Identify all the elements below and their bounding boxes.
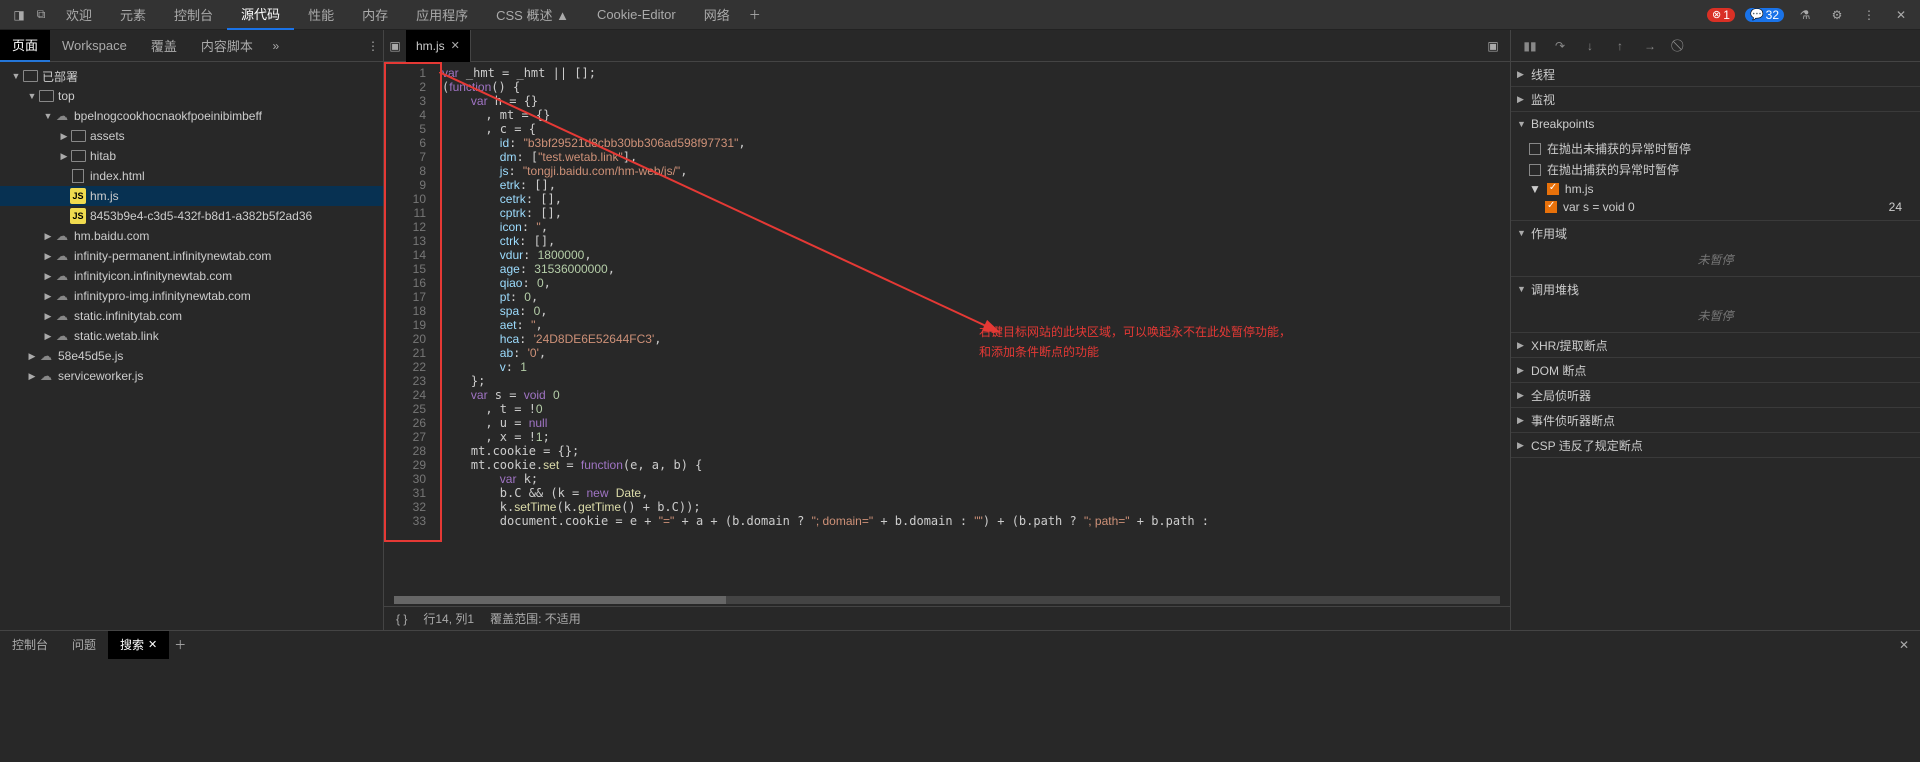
tree-item[interactable]: ▼bpelnogcookhocnaokfpoeinibimbeff: [0, 106, 383, 126]
sidebar-tab-overrides[interactable]: 覆盖: [139, 30, 189, 62]
settings-icon[interactable]: ⚙: [1826, 4, 1848, 26]
tab-sources[interactable]: 源代码: [227, 0, 294, 30]
console-drawer-body[interactable]: [0, 658, 1920, 758]
editor-body[interactable]: 1234567891011121314151617181920212223242…: [384, 62, 1510, 594]
tree-item[interactable]: ▼top: [0, 86, 383, 106]
tree-item[interactable]: JShm.js: [0, 186, 383, 206]
sources-sidebar: 页面 Workspace 覆盖 内容脚本 » ⋮ ▼已部署▼top▼bpelno…: [0, 30, 384, 630]
drawer-close-icon[interactable]: ✕: [1898, 634, 1920, 656]
section-event[interactable]: ▶事件侦听器断点: [1511, 408, 1920, 432]
tab-welcome[interactable]: 欢迎: [52, 0, 106, 30]
drawer-tab-issues[interactable]: 问题: [60, 631, 108, 659]
device-icon[interactable]: ⧉: [30, 4, 52, 26]
tab-memory[interactable]: 内存: [348, 0, 402, 30]
sidebar-tab-workspace[interactable]: Workspace: [50, 30, 139, 62]
section-dom[interactable]: ▶DOM 断点: [1511, 358, 1920, 382]
section-callstack[interactable]: ▼调用堆栈: [1511, 277, 1920, 301]
debugger-pane: ▮▮ ↷ ↓ ↑ → ⃠ ▶线程 ▶监视 ▼Breakpoints 在抛出未捕获…: [1510, 30, 1920, 630]
editor-tab-close-icon[interactable]: ✕: [451, 39, 460, 52]
file-tree[interactable]: ▼已部署▼top▼bpelnogcookhocnaokfpoeinibimbef…: [0, 62, 383, 630]
horizontal-scrollbar[interactable]: [384, 594, 1510, 606]
sidebar-tab-content-scripts[interactable]: 内容脚本: [189, 30, 265, 62]
tab-network[interactable]: 网络: [690, 0, 744, 30]
status-position: 行14, 列1: [423, 610, 474, 627]
tree-item[interactable]: ▶serviceworker.js: [0, 366, 383, 386]
editor-tab-hmjs[interactable]: hm.js ✕: [406, 30, 471, 62]
nav-toggle-icon[interactable]: ▣: [384, 35, 406, 57]
callstack-not-paused: 未暂停: [1511, 303, 1920, 328]
drawer-tab-close-icon[interactable]: ✕: [148, 638, 157, 651]
sidebar-tab-page[interactable]: 页面: [0, 30, 50, 62]
tree-item[interactable]: ▶hitab: [0, 146, 383, 166]
status-coverage: 覆盖范围: 不适用: [490, 610, 581, 627]
tab-elements[interactable]: 元素: [106, 0, 160, 30]
breakpoint-item[interactable]: var s = void 0 24: [1511, 198, 1920, 216]
debugger-toolbar: ▮▮ ↷ ↓ ↑ → ⃠: [1511, 30, 1920, 62]
inspect-icon[interactable]: ◨: [8, 4, 30, 26]
close-icon[interactable]: ✕: [1890, 4, 1912, 26]
section-threads[interactable]: ▶线程: [1511, 62, 1920, 86]
tree-item[interactable]: ▼已部署: [0, 66, 383, 86]
tree-item[interactable]: ▶assets: [0, 126, 383, 146]
main-area: 页面 Workspace 覆盖 内容脚本 » ⋮ ▼已部署▼top▼bpelno…: [0, 30, 1920, 630]
section-global[interactable]: ▶全局侦听器: [1511, 383, 1920, 407]
error-count[interactable]: ⊗ 1: [1707, 8, 1735, 22]
step-over-icon[interactable]: ↷: [1551, 37, 1569, 55]
message-count[interactable]: 💬 32: [1745, 8, 1784, 22]
deactivate-bp-icon[interactable]: ⃠: [1671, 37, 1689, 55]
tab-application[interactable]: 应用程序: [402, 0, 482, 30]
tab-css-overview[interactable]: CSS 概述 ▲: [482, 0, 583, 30]
editor-tabs: ▣ hm.js ✕ ▣: [384, 30, 1510, 62]
more-icon[interactable]: ⋮: [1858, 4, 1880, 26]
code-content[interactable]: var _hmt = _hmt || []; (function() { var…: [434, 62, 1510, 594]
sidebar-menu-icon[interactable]: ⋮: [363, 35, 383, 57]
tree-item[interactable]: index.html: [0, 166, 383, 186]
section-xhr[interactable]: ▶XHR/提取断点: [1511, 333, 1920, 357]
sidebar-tabs: 页面 Workspace 覆盖 内容脚本 » ⋮: [0, 30, 383, 62]
section-watch[interactable]: ▶监视: [1511, 87, 1920, 111]
tree-item[interactable]: ▶static.infinitytab.com: [0, 306, 383, 326]
toggle-sidebar-icon[interactable]: ▣: [1482, 35, 1504, 57]
tab-cookie-editor[interactable]: Cookie-Editor: [583, 0, 690, 30]
breakpoint-line-num: 24: [1889, 200, 1902, 214]
scope-not-paused: 未暂停: [1511, 247, 1920, 272]
drawer-tab-console[interactable]: 控制台: [0, 631, 60, 659]
editor-tab-label: hm.js: [416, 39, 445, 53]
section-csp[interactable]: ▶CSP 违反了规定断点: [1511, 433, 1920, 457]
section-breakpoints[interactable]: ▼Breakpoints: [1511, 112, 1920, 136]
step-into-icon[interactable]: ↓: [1581, 37, 1599, 55]
editor-status-bar: { } 行14, 列1 覆盖范围: 不适用: [384, 606, 1510, 630]
tree-item[interactable]: ▶static.wetab.link: [0, 326, 383, 346]
tree-item[interactable]: ▶hm.baidu.com: [0, 226, 383, 246]
drawer-tab-search[interactable]: 搜索✕: [108, 631, 169, 659]
breakpoint-file[interactable]: ▼hm.js: [1511, 180, 1920, 198]
tree-item[interactable]: ▶infinitypro-img.infinitynewtab.com: [0, 286, 383, 306]
editor-area: ▣ hm.js ✕ ▣ 1234567891011121314151617181…: [384, 30, 1510, 630]
tree-item[interactable]: ▶infinityicon.infinitynewtab.com: [0, 266, 383, 286]
devtools-toolbar: ◨ ⧉ 欢迎 元素 控制台 源代码 性能 内存 应用程序 CSS 概述 ▲ Co…: [0, 0, 1920, 30]
status-braces[interactable]: { }: [396, 612, 407, 626]
tree-item[interactable]: JS8453b9e4-c3d5-432f-b8d1-a382b5f2ad36: [0, 206, 383, 226]
section-scope[interactable]: ▼作用域: [1511, 221, 1920, 245]
tree-item[interactable]: ▶58e45d5e.js: [0, 346, 383, 366]
tab-console[interactable]: 控制台: [160, 0, 227, 30]
tree-item[interactable]: ▶infinity-permanent.infinitynewtab.com: [0, 246, 383, 266]
step-out-icon[interactable]: ↑: [1611, 37, 1629, 55]
pause-uncaught-checkbox[interactable]: 在抛出未捕获的异常时暂停: [1511, 138, 1920, 159]
add-tab-icon[interactable]: ＋: [744, 4, 766, 26]
pause-caught-checkbox[interactable]: 在抛出捕获的异常时暂停: [1511, 159, 1920, 180]
sidebar-more-icon[interactable]: »: [265, 35, 287, 57]
drawer-add-icon[interactable]: ＋: [169, 634, 191, 656]
line-gutter[interactable]: 1234567891011121314151617181920212223242…: [384, 62, 434, 594]
console-drawer-tabs: 控制台 问题 搜索✕ ＋ ✕: [0, 630, 1920, 658]
tab-performance[interactable]: 性能: [294, 0, 348, 30]
ai-icon[interactable]: ⚗: [1794, 4, 1816, 26]
pause-icon[interactable]: ▮▮: [1521, 37, 1539, 55]
step-icon[interactable]: →: [1641, 37, 1659, 55]
